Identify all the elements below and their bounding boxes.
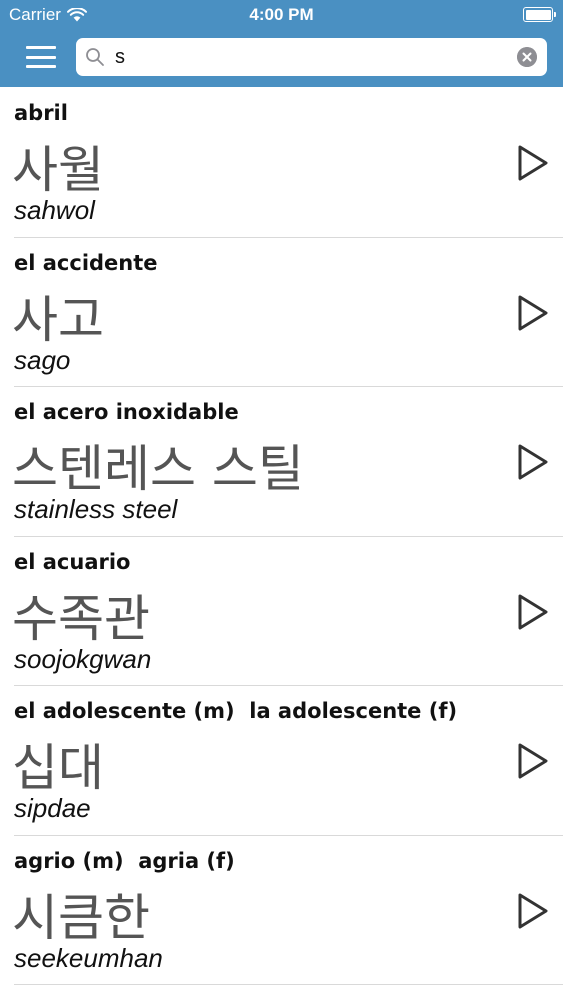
play-icon[interactable] [514,442,550,482]
status-bar: Carrier 4:00 PM [0,0,563,30]
korean-word: 수족관 [12,589,150,648]
romanization: sago [14,344,71,375]
list-item[interactable]: el acuario 수족관 soojokgwan [0,537,563,686]
spanish-term: el acero inoxidable [14,400,239,424]
row-divider [14,984,563,985]
korean-word: 시큼한 [12,888,150,947]
spanish-term: el acuario [14,549,131,574]
romanization: seekeumhan [14,942,163,973]
romanization: sahwol [14,195,95,225]
romanization: stainless steel [14,494,178,524]
play-icon[interactable] [514,293,550,333]
romanization: sipdae [14,793,91,823]
search-bar[interactable] [76,38,547,76]
romanization: soojokgwan [14,643,152,674]
spanish-term: el accidente [14,250,158,275]
top-bar: Carrier 4:00 PM [0,0,563,87]
list-item[interactable]: el accidente 사고 sago [0,238,563,387]
play-icon[interactable] [514,741,550,781]
play-icon[interactable] [514,143,550,183]
play-icon[interactable] [514,891,550,931]
results-list: abril 사월 sahwol el accidente 사고 sago el … [0,88,563,985]
spanish-term: el adolescente (m) la adolescente (f) [14,699,458,723]
list-item[interactable]: abril 사월 sahwol [0,88,563,238]
play-icon[interactable] [514,592,550,632]
list-item[interactable]: el acero inoxidable 스텐레스 스틸 stainless st… [0,387,563,537]
search-input[interactable] [115,42,495,72]
korean-word: 사월 [12,141,104,199]
clock: 4:00 PM [249,5,314,24]
spanish-term: agrio (m) agria (f) [14,848,235,873]
korean-word: 사고 [12,290,104,349]
search-icon [86,48,104,66]
korean-word: 스텐레스 스틸 [12,440,304,498]
spanish-term: abril [14,101,68,125]
list-item[interactable]: agrio (m) agria (f) 시큼한 seekeumhan [0,836,563,985]
battery-icon [523,7,556,22]
menu-icon[interactable] [24,44,58,70]
clear-icon[interactable] [517,47,537,67]
korean-word: 십대 [12,739,104,797]
list-item[interactable]: el adolescente (m) la adolescente (f) 십대… [0,686,563,836]
